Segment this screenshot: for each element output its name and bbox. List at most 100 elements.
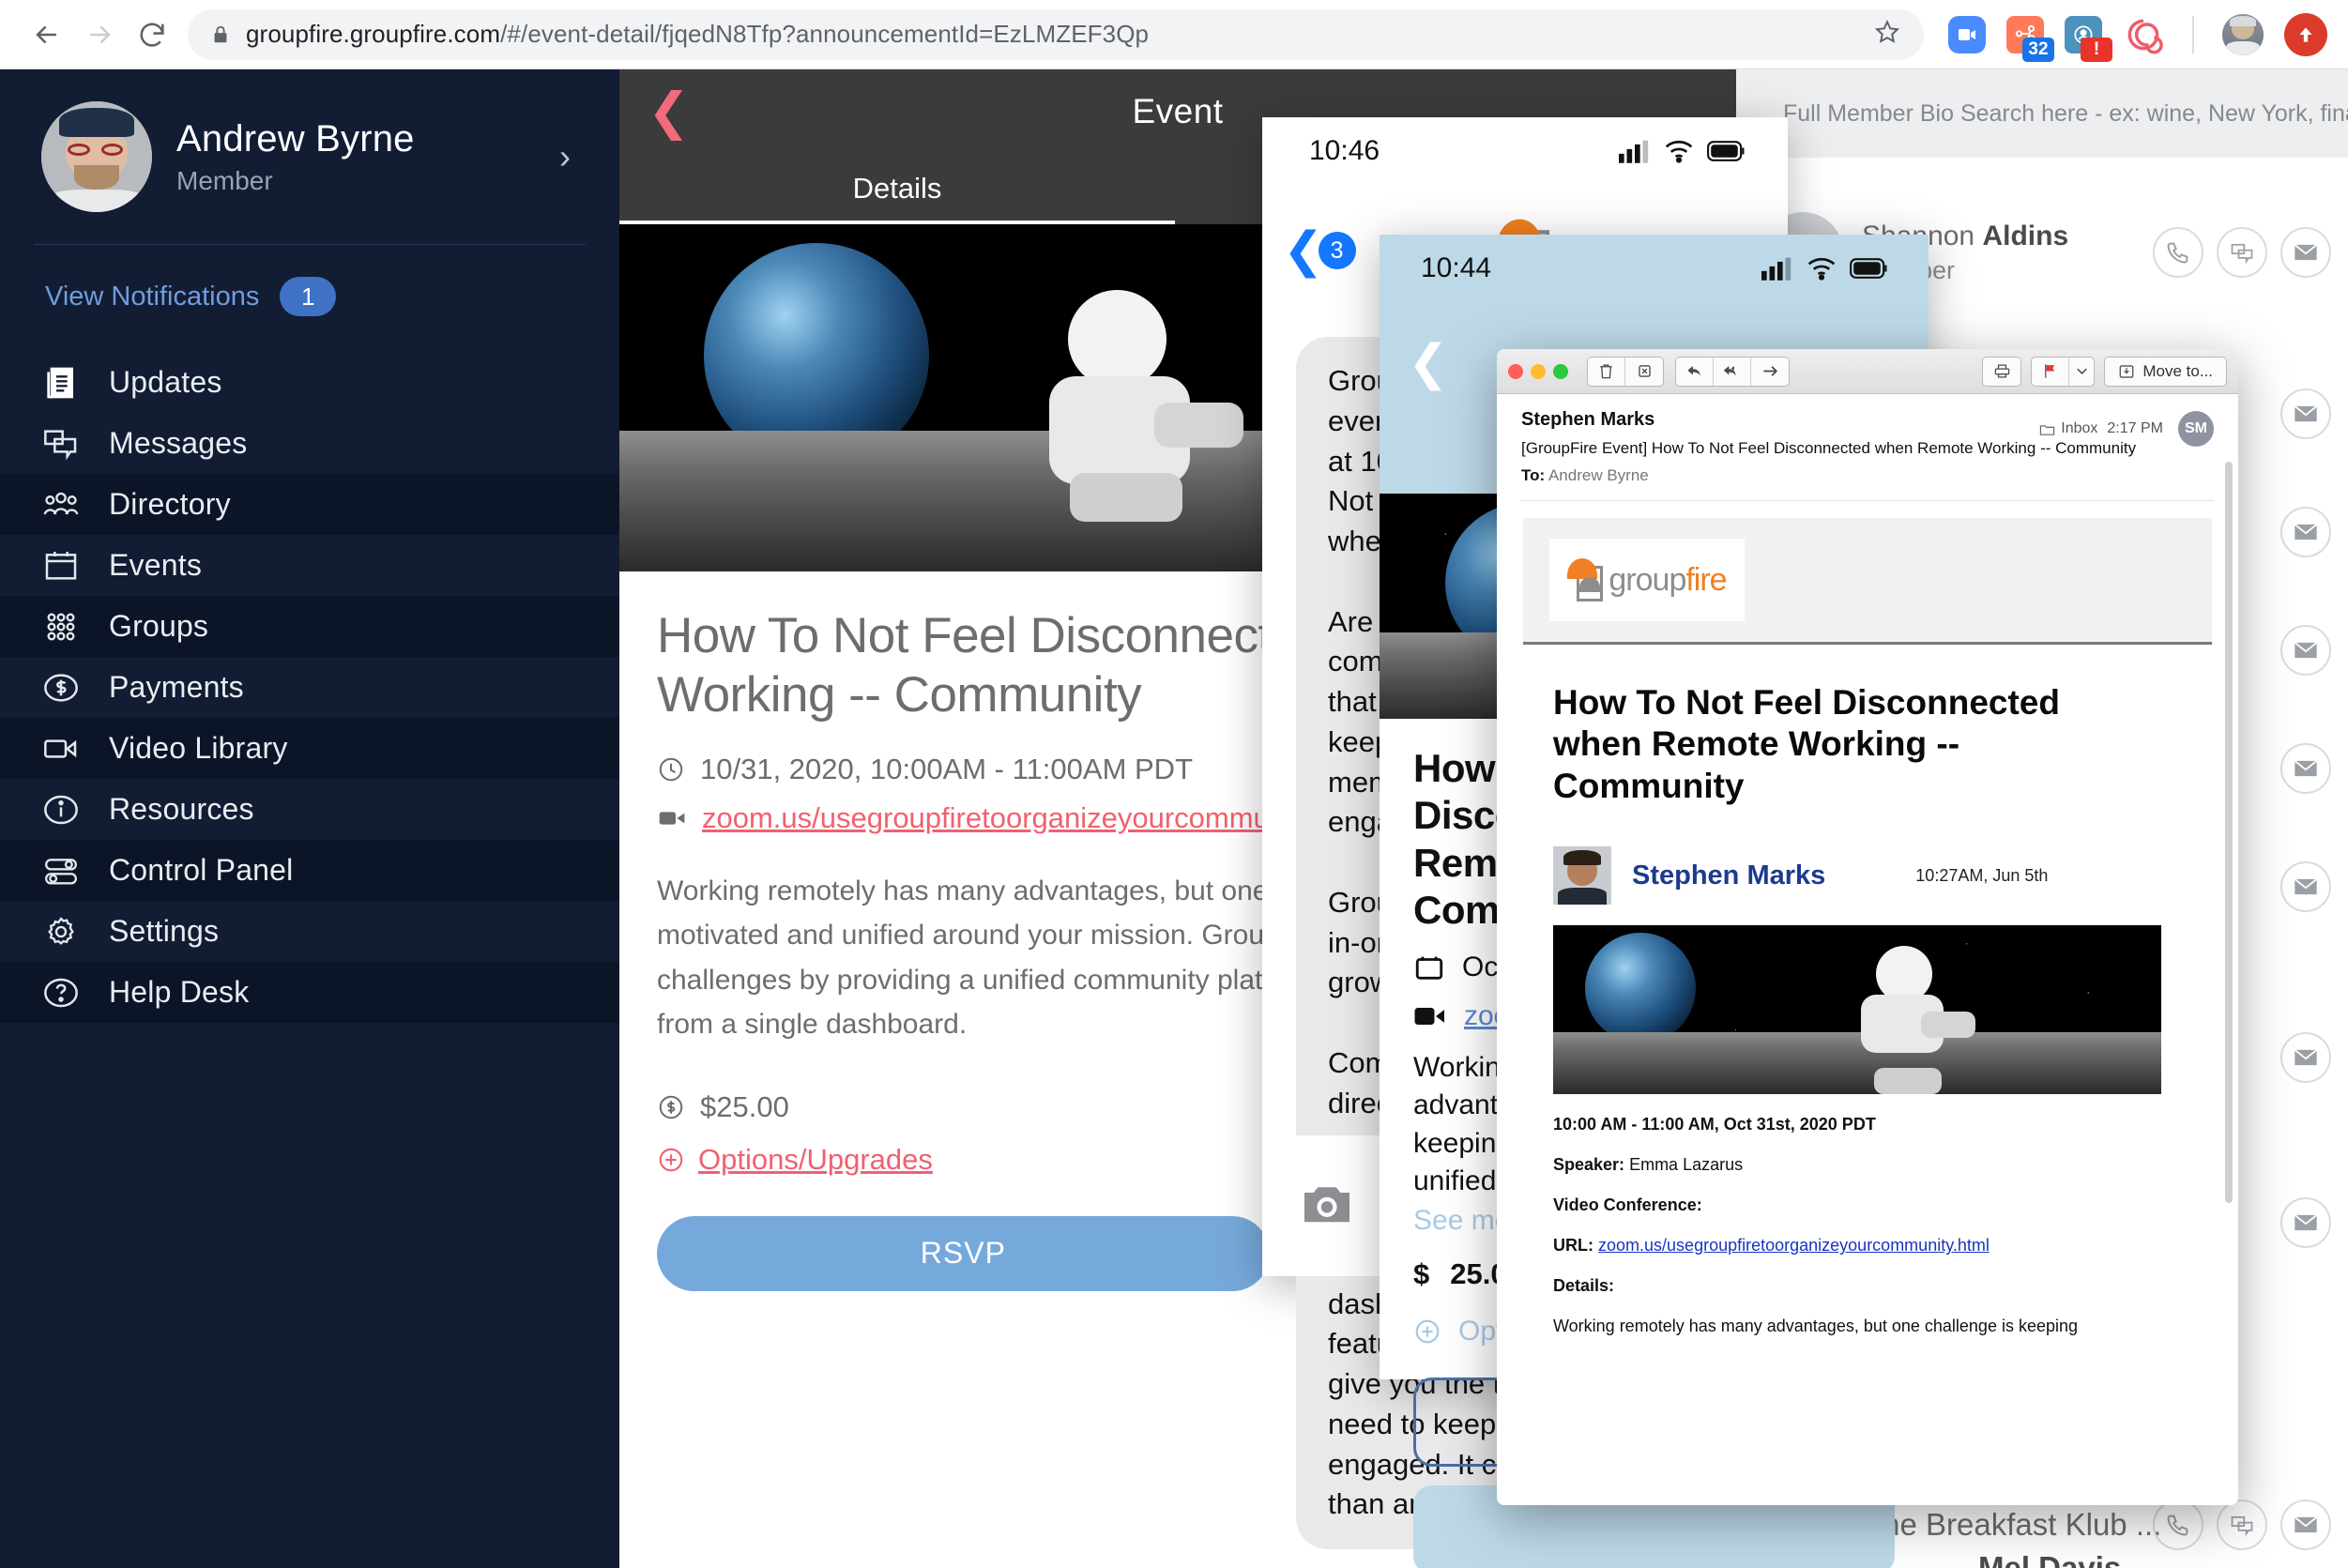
earth-graphic: [1585, 933, 1696, 1044]
reply-icon[interactable]: [1676, 357, 1714, 386]
chevron-left-icon[interactable]: ❮: [648, 86, 690, 137]
sidebar-item-control-panel[interactable]: Control Panel: [0, 840, 619, 901]
back-arrow-icon[interactable]: [21, 8, 73, 61]
mail-icon[interactable]: [2280, 625, 2331, 676]
sidebar-item-directory[interactable]: Directory: [0, 474, 619, 535]
phone-icon[interactable]: [2153, 1499, 2203, 1550]
zoom-button[interactable]: [1553, 363, 1568, 379]
mail-window: Move to... Stephen Marks [GroupFire Even…: [1497, 349, 2238, 1505]
mail-icon[interactable]: [2280, 743, 2331, 794]
sidebar-item-label: Control Panel: [109, 853, 294, 887]
sidebar-item-messages[interactable]: Messages: [0, 413, 619, 474]
avatar[interactable]: [2222, 13, 2264, 55]
sidebar-item-settings[interactable]: Settings: [0, 901, 619, 962]
trash-icon[interactable]: [1588, 357, 1625, 386]
groupfire-logo: groupfire: [1549, 539, 1745, 621]
spiral-extension-icon[interactable]: [2123, 14, 2164, 55]
sidebar-item-updates[interactable]: Updates: [0, 352, 619, 413]
screenshot-root: groupfire.groupfire.com/#/event-detail/f…: [0, 0, 2348, 1568]
mail-icon[interactable]: [2280, 507, 2331, 557]
address-bar[interactable]: groupfire.groupfire.com/#/event-detail/f…: [188, 8, 1924, 60]
scrollbar[interactable]: [2225, 462, 2233, 1203]
wifi-icon: [1665, 140, 1693, 163]
sidebar-item-label: Events: [109, 548, 203, 582]
mail-url-link[interactable]: zoom.us/usegroupfiretoorganizeyourcommun…: [1598, 1236, 1990, 1255]
profile-text: Andrew Byrne Member: [176, 118, 535, 196]
sidebar-profile[interactable]: Andrew Byrne Member ›: [0, 69, 619, 244]
mail-icon[interactable]: [2280, 1032, 2331, 1083]
window-controls: [1508, 363, 1568, 379]
info-circle-icon: [41, 790, 81, 830]
sidebar-item-groups[interactable]: Groups: [0, 596, 619, 657]
contact-extension-icon[interactable]: !: [2065, 15, 2112, 62]
mail-header: Stephen Marks [GroupFire Event] How To N…: [1497, 394, 2238, 485]
chevron-left-icon[interactable]: ❮: [1408, 339, 1449, 388]
mail-event-time: 10:00 AM - 11:00 AM, Oct 31st, 2020 PDT: [1553, 1115, 1876, 1134]
rsvp-button[interactable]: RSVP: [657, 1215, 1270, 1291]
sidebar-item-events[interactable]: Events: [0, 535, 619, 596]
forward-arrow-icon[interactable]: [73, 8, 126, 61]
chat-icon[interactable]: [2217, 1499, 2267, 1550]
sidebar-item-label: Help Desk: [109, 975, 250, 1009]
sidebar-nav: Updates Messages Directory Events Groups…: [0, 352, 619, 1023]
sidebar-item-label: Settings: [109, 914, 220, 948]
mail-body: groupfire How To Not Feel Disconnected w…: [1497, 501, 2238, 1336]
calendar-icon: [41, 546, 81, 586]
mail-body-sender-time: 10:27AM, Jun 5th: [1915, 865, 2049, 885]
sidebar-item-label: Payments: [109, 670, 244, 704]
flag-icon[interactable]: [2032, 357, 2070, 386]
mail-icon[interactable]: [2280, 1499, 2331, 1550]
event-options-link[interactable]: Options/Upgrades: [698, 1143, 933, 1177]
mail-time: 2:17 PM: [2107, 420, 2163, 436]
phone-icon[interactable]: [2153, 227, 2203, 278]
sidebar-item-label: Updates: [109, 365, 222, 399]
imessage-back[interactable]: ❮ 3: [1283, 226, 1356, 275]
close-button[interactable]: [1508, 363, 1523, 379]
status-icons: [1761, 256, 1889, 281]
camera-icon[interactable]: [1300, 1181, 1354, 1231]
profile-upload-icon[interactable]: [2284, 12, 2327, 56]
mail-header-right: Inbox 2:17 PM SM: [2039, 411, 2214, 447]
sidebar-item-resources[interactable]: Resources: [0, 779, 619, 840]
sidebar-item-video-library[interactable]: Video Library: [0, 718, 619, 779]
junk-icon[interactable]: [1625, 358, 1663, 386]
mail-icon[interactable]: [2280, 388, 2331, 439]
dollar-circle-icon: [659, 1095, 683, 1119]
view-notifications[interactable]: View Notifications 1: [0, 245, 619, 352]
logo-text-fire: fire: [1685, 561, 1727, 598]
url-path: /#/event-detail/fjqedN8Tfp?announcementI…: [500, 20, 1150, 48]
mail-toolbar: Move to...: [1497, 349, 2238, 394]
forward-icon[interactable]: [1751, 358, 1789, 386]
mail-icon[interactable]: [2280, 1197, 2331, 1248]
minimize-button[interactable]: [1531, 363, 1546, 379]
status-icons: [1619, 139, 1746, 163]
battery-icon: [1850, 258, 1887, 279]
move-to-button[interactable]: Move to...: [2104, 356, 2227, 387]
reload-icon[interactable]: [126, 8, 178, 61]
extension-badge-count: 32: [2022, 37, 2054, 62]
tab-details[interactable]: Details: [619, 172, 1175, 224]
hubspot-extension-icon[interactable]: 32: [2006, 15, 2054, 62]
chevron-right-icon[interactable]: ›: [559, 137, 584, 176]
row-actions: [2153, 227, 2331, 278]
cellular-icon: [1619, 140, 1649, 163]
mail-hero-image: [1553, 925, 2161, 1095]
sidebar-item-help-desk[interactable]: Help Desk: [0, 962, 619, 1023]
chat-icon[interactable]: [2217, 227, 2267, 278]
move-to-label: Move to...: [2142, 361, 2213, 380]
star-icon[interactable]: [1873, 18, 1901, 51]
folder-icon: [2040, 424, 2055, 435]
sidebar-item-payments[interactable]: Payments: [0, 657, 619, 718]
mail-icon[interactable]: [2280, 861, 2331, 912]
chevron-down-icon[interactable]: [2069, 358, 2094, 386]
reply-all-icon[interactable]: [1714, 357, 1751, 386]
print-icon[interactable]: [1983, 358, 2020, 386]
mail-details-label: Details:: [1553, 1276, 1615, 1296]
zoom-extension-icon[interactable]: [1948, 15, 1986, 53]
mail-icon[interactable]: [2280, 227, 2331, 278]
mail-recipient-row: To: Andrew Byrne: [1521, 466, 2214, 485]
mail-flag-group: [2031, 356, 2096, 387]
member-search-bar[interactable]: Full Member Bio Search here - ex: wine, …: [1736, 69, 2348, 158]
mail-speaker-label: Speaker:: [1553, 1155, 1625, 1175]
groupfire-mark-icon: [1567, 558, 1605, 601]
